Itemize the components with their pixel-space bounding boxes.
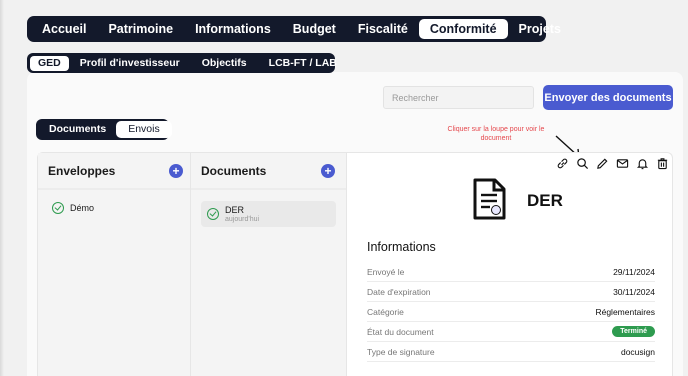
envelope-label: Démo [70, 203, 95, 213]
tab-accueil[interactable]: Accueil [31, 19, 97, 39]
tab-budget[interactable]: Budget [282, 19, 347, 39]
tab-fiscalite[interactable]: Fiscalité [347, 19, 419, 39]
document-date: aujourd'hui [225, 216, 260, 223]
info-row: Catégorie Réglementaires [367, 302, 655, 322]
sub-nav: GED Profil d'investisseur Objectifs LCB-… [27, 53, 337, 73]
document-item[interactable]: DER aujourd'hui [201, 201, 336, 227]
document-name: DER [225, 205, 245, 215]
link-icon[interactable] [556, 157, 569, 170]
subtab-lcb-ft[interactable]: LCB-FT / LAB [258, 56, 348, 71]
toggle-envois[interactable]: Envois [116, 121, 172, 138]
document-detail: DER Informations Envoyé le 29/11/2024 Da… [347, 153, 674, 376]
info-row: Date d'expiration 30/11/2024 [367, 282, 655, 302]
info-title: Informations [367, 240, 436, 254]
left-shadow [0, 0, 4, 376]
documents-column: Documents + DER aujourd'hui [191, 153, 347, 376]
subtab-ged[interactable]: GED [30, 55, 69, 71]
document-file-icon [473, 178, 506, 220]
trash-icon[interactable] [656, 157, 669, 170]
divider [191, 188, 346, 190]
envelope-item[interactable]: Démo [52, 202, 94, 214]
info-value: Réglementaires [595, 306, 655, 317]
detail-actions [556, 157, 669, 170]
search-input[interactable] [383, 86, 534, 109]
send-documents-button[interactable]: Envoyer des documents [543, 85, 673, 110]
info-label: État du document [367, 326, 434, 337]
check-circle-icon [207, 208, 219, 220]
mail-icon[interactable] [616, 157, 629, 170]
check-circle-icon [52, 202, 64, 214]
search-icon[interactable] [576, 157, 589, 170]
info-row: Envoyé le 29/11/2024 [367, 262, 655, 282]
tab-patrimoine[interactable]: Patrimoine [97, 19, 184, 39]
tab-conformite[interactable]: Conformité [418, 19, 508, 39]
bell-icon[interactable] [636, 157, 649, 170]
divider [38, 188, 190, 190]
info-row: État du document Terminé [367, 322, 655, 342]
tab-projets[interactable]: Projets [508, 19, 572, 39]
documents-area: Enveloppes + Démo Documents + DER aujour… [37, 152, 673, 376]
add-document-button[interactable]: + [321, 164, 335, 178]
hint-text: Cliquer sur la loupe pour voir le docume… [447, 126, 545, 142]
pencil-icon[interactable] [596, 157, 609, 170]
subtab-profil[interactable]: Profil d'investisseur [69, 56, 191, 71]
info-value: 29/11/2024 [613, 266, 655, 277]
tab-informations[interactable]: Informations [184, 19, 282, 39]
view-toggle: Documents Envois [36, 119, 172, 140]
info-value: 30/11/2024 [613, 286, 655, 297]
add-envelope-button[interactable]: + [169, 164, 183, 178]
documents-title: Documents [201, 164, 267, 178]
info-label: Catégorie [367, 306, 404, 317]
info-label: Envoyé le [367, 266, 405, 277]
envelopes-title: Enveloppes [48, 164, 116, 178]
envelopes-column: Enveloppes + Démo [38, 153, 191, 376]
toggle-documents[interactable]: Documents [39, 121, 116, 138]
info-label: Type de signature [367, 346, 435, 357]
subtab-objectifs[interactable]: Objectifs [191, 56, 258, 71]
info-row: Type de signature docusign [367, 342, 655, 362]
info-label: Date d'expiration [367, 286, 431, 297]
document-title: DER [527, 191, 563, 210]
status-badge: Terminé [612, 326, 655, 337]
info-table: Envoyé le 29/11/2024 Date d'expiration 3… [367, 262, 655, 362]
info-value: docusign [620, 346, 655, 357]
top-nav: Accueil Patrimoine Informations Budget F… [27, 16, 561, 42]
